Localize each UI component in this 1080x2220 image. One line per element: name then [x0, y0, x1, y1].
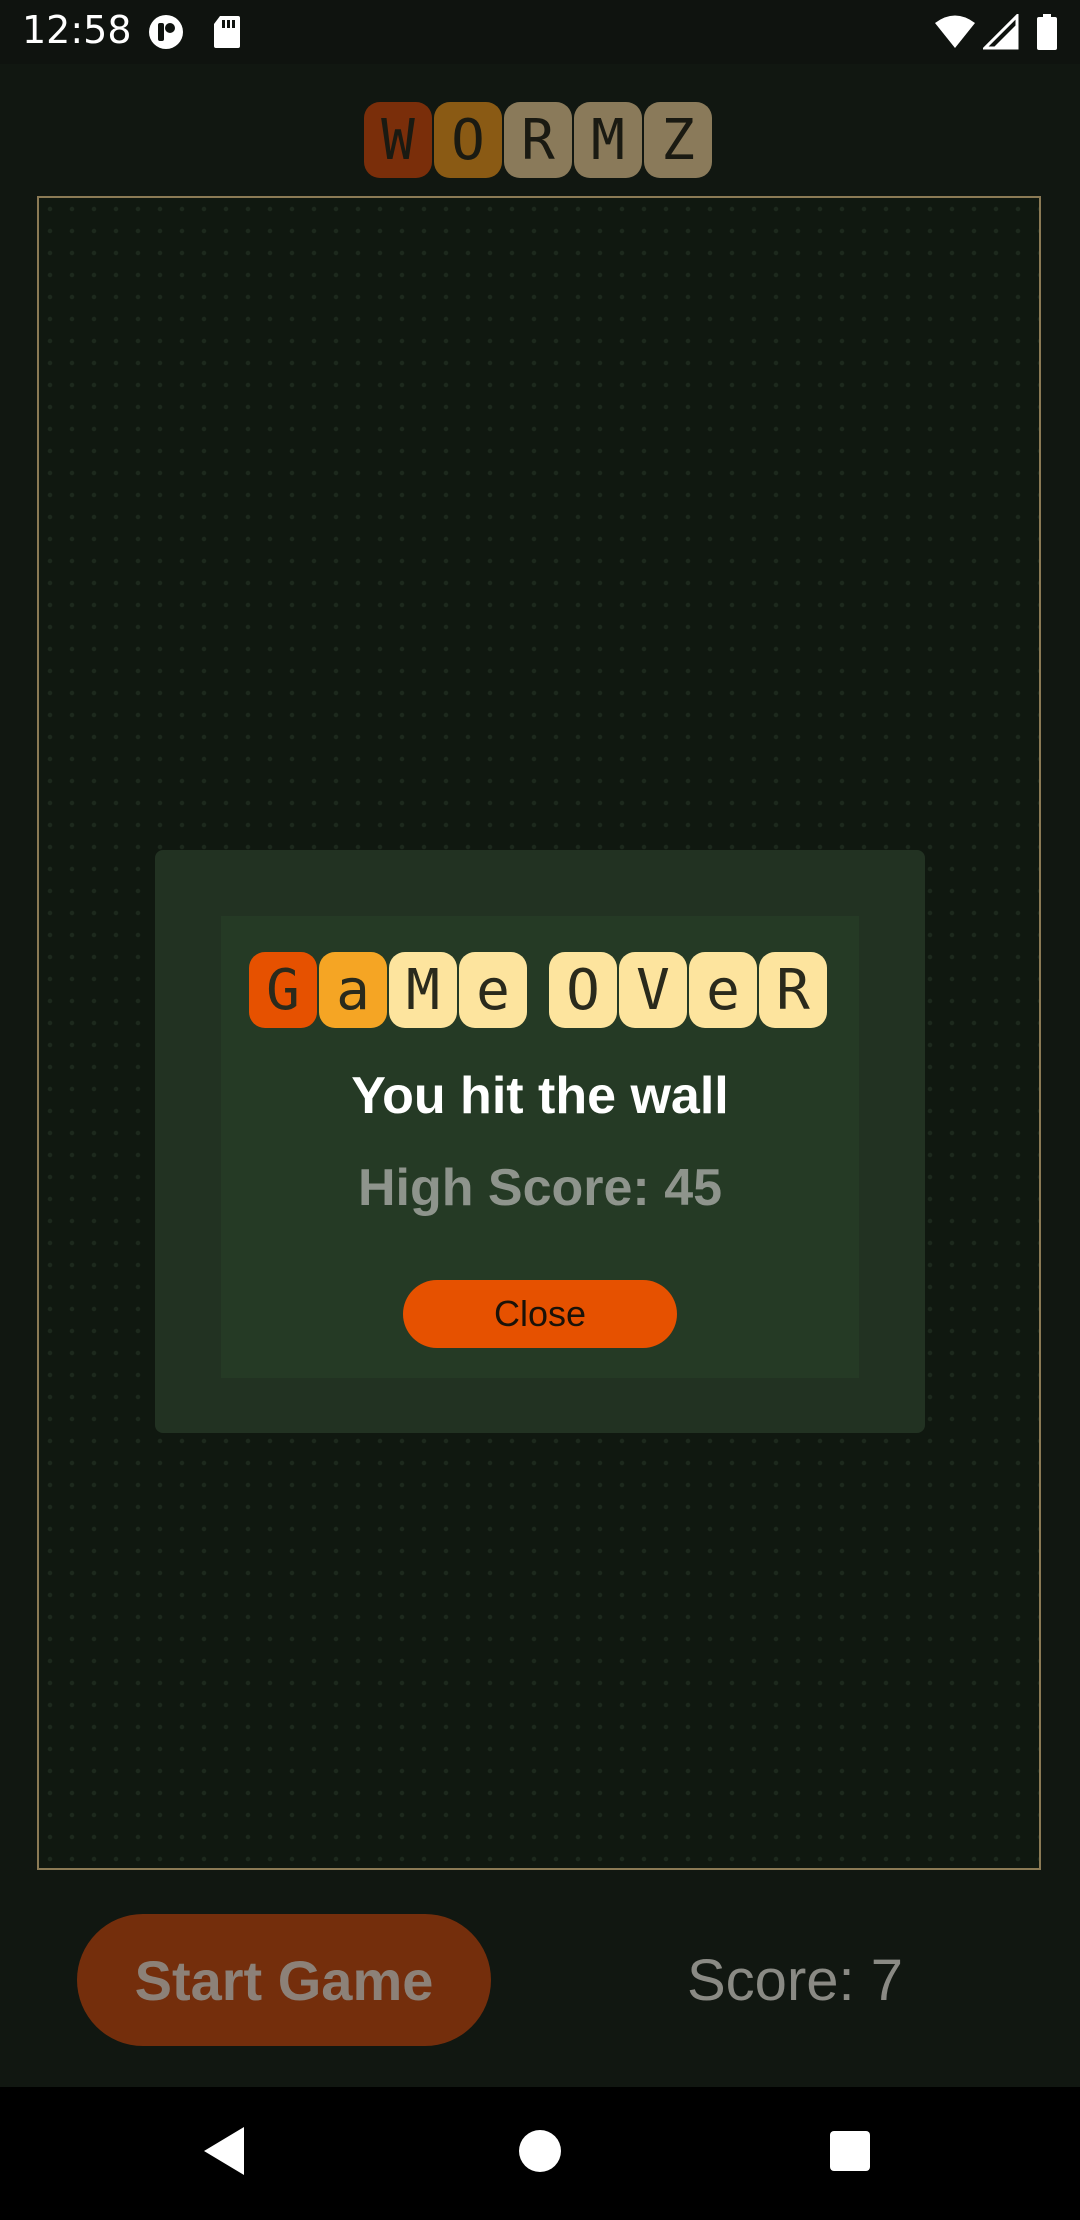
logo-tile: R [504, 102, 572, 178]
game-over-message: You hit the wall [351, 1067, 729, 1125]
logo-tile: W [364, 102, 432, 178]
home-icon[interactable] [516, 2125, 564, 2182]
high-score-text: High Score: 45 [357, 1159, 723, 1217]
status-time: 12:58 [22, 8, 132, 52]
wifi-icon [934, 14, 976, 55]
title-tile: M [389, 952, 457, 1028]
signal-icon [981, 12, 1019, 55]
sd-card-icon [212, 14, 242, 55]
close-button[interactable]: Close [403, 1280, 677, 1348]
dialog-content: G a M e O V e R You hit the wall High Sc… [221, 916, 859, 1378]
wormz-logo: W O R M Z [364, 102, 716, 178]
title-word-gap [529, 952, 549, 1028]
title-tile: a [319, 952, 387, 1028]
app-notification-icon [146, 14, 186, 55]
logo-tile: Z [644, 102, 712, 178]
game-over-dialog: G a M e O V e R You hit the wall High Sc… [155, 850, 925, 1433]
status-bar: 12:58 [0, 0, 1080, 64]
navigation-bar [0, 2087, 1080, 2220]
score-display: Score: 7 [687, 1947, 903, 2013]
game-over-title: G a M e O V e R [249, 952, 829, 1028]
game-screen: W O R M Z Start Game Score: 7 G a M e O … [0, 64, 1080, 2087]
title-tile: e [689, 952, 757, 1028]
back-icon[interactable] [202, 2125, 248, 2182]
logo-tile: O [434, 102, 502, 178]
battery-icon [1036, 14, 1058, 55]
screen: 12:58 W O R M Z Start Game Score: 7 G a … [0, 0, 1080, 2220]
recents-icon[interactable] [826, 2125, 874, 2182]
start-game-button[interactable]: Start Game [77, 1914, 491, 2046]
title-tile: e [459, 952, 527, 1028]
logo-tile: M [574, 102, 642, 178]
title-tile: O [549, 952, 617, 1028]
title-tile: R [759, 952, 827, 1028]
title-tile: G [249, 952, 317, 1028]
title-tile: V [619, 952, 687, 1028]
